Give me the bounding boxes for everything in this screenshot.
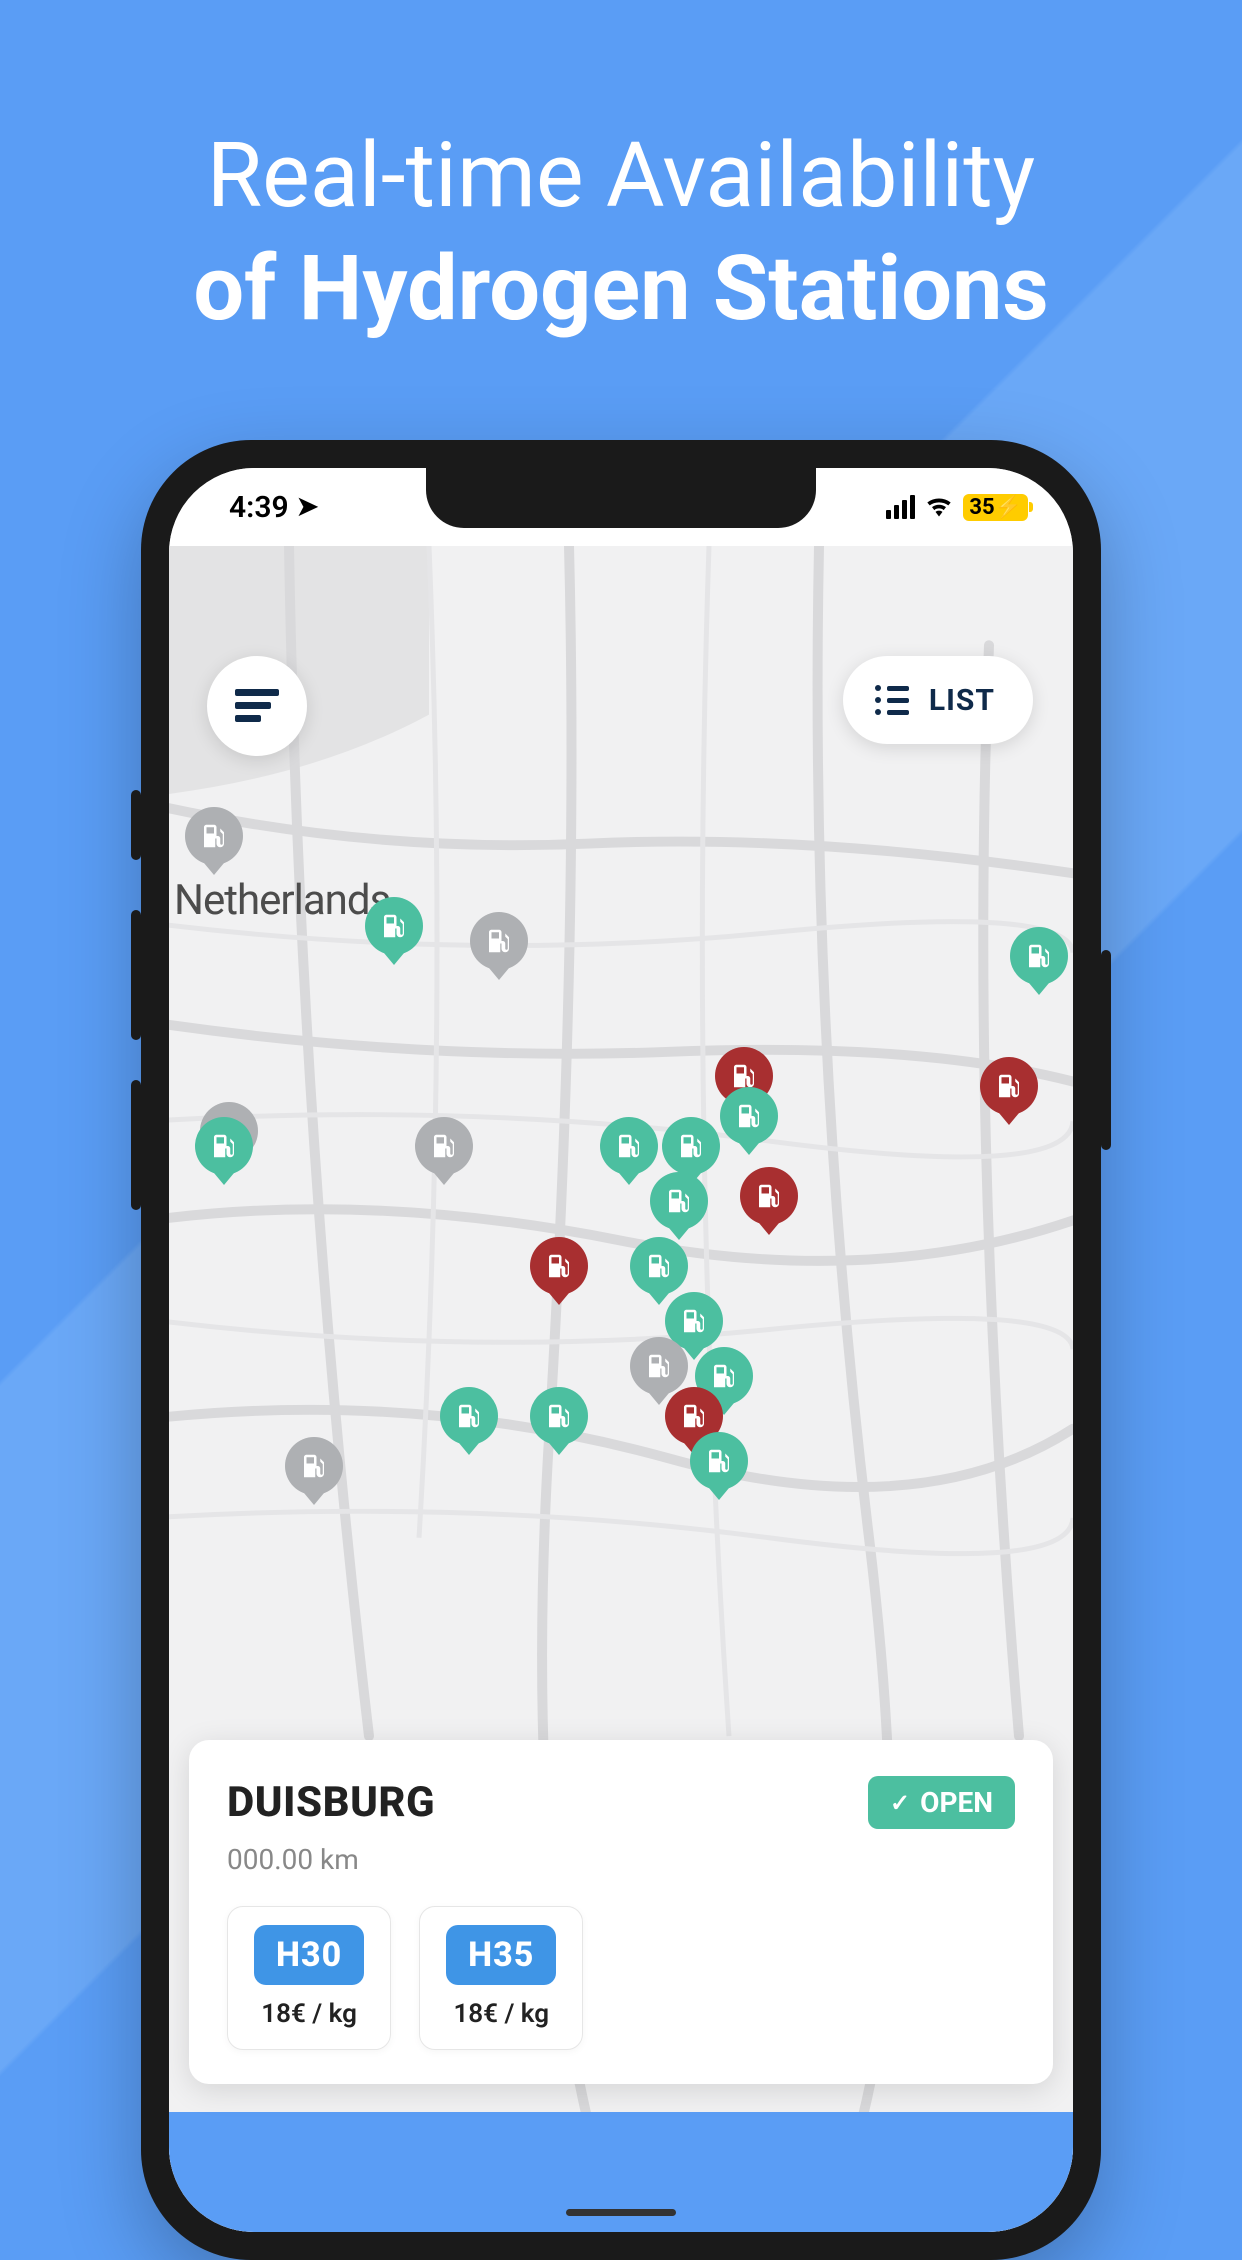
fuel-pump-icon [199, 821, 229, 851]
station-marker[interactable] [740, 1167, 798, 1225]
station-marker[interactable] [530, 1387, 588, 1445]
fuel-pump-icon [709, 1361, 739, 1391]
fuel-pump-icon [679, 1306, 709, 1336]
list-icon [875, 685, 909, 715]
fuel-pump-icon [614, 1131, 644, 1161]
station-marker[interactable] [470, 912, 528, 970]
map-view[interactable]: Netherlands LIST DUISBURG ✓ [169, 546, 1073, 2232]
station-marker[interactable] [285, 1437, 343, 1495]
phone-notch [426, 468, 816, 528]
status-time: 4:39 [229, 490, 289, 525]
fuel-pump-icon [644, 1251, 674, 1281]
station-marker[interactable] [440, 1387, 498, 1445]
fuel-pump-icon [484, 926, 514, 956]
station-status-badge: ✓ OPEN [868, 1776, 1015, 1829]
promo-title: Real-time Availability of Hydrogen Stati… [0, 120, 1242, 345]
station-marker[interactable] [980, 1057, 1038, 1115]
status-right: 35⚡ [886, 491, 1028, 524]
pressure-price: 18€ / kg [446, 1999, 556, 2029]
pressure-tile-h30[interactable]: H30 18€ / kg [227, 1906, 391, 2050]
fuel-pump-icon [454, 1401, 484, 1431]
station-card[interactable]: DUISBURG ✓ OPEN 000.00 km H30 18€ / kg H… [189, 1740, 1053, 2084]
phone-power [1101, 950, 1111, 1150]
station-marker[interactable] [650, 1172, 708, 1230]
fuel-pump-icon [704, 1446, 734, 1476]
pressure-label: H30 [254, 1925, 364, 1985]
station-marker[interactable] [630, 1237, 688, 1295]
station-marker[interactable] [530, 1237, 588, 1295]
phone-volume-up [131, 910, 141, 1040]
station-marker[interactable] [690, 1432, 748, 1490]
pressure-price: 18€ / kg [254, 1999, 364, 2029]
station-name: DUISBURG [227, 1778, 435, 1827]
phone-switch [131, 790, 141, 860]
menu-button[interactable] [207, 656, 307, 756]
fuel-pump-icon [299, 1451, 329, 1481]
fuel-pump-icon [676, 1131, 706, 1161]
fuel-pump-icon [209, 1131, 239, 1161]
station-marker[interactable] [185, 807, 243, 865]
pressure-tile-h35[interactable]: H35 18€ / kg [419, 1906, 583, 2050]
fuel-pump-icon [754, 1181, 784, 1211]
menu-icon [235, 689, 279, 723]
station-marker[interactable] [1010, 927, 1068, 985]
station-marker[interactable] [662, 1117, 720, 1175]
status-left: 4:39 ➤ [229, 490, 318, 525]
check-icon: ✓ [890, 1789, 910, 1817]
location-icon: ➤ [297, 492, 319, 522]
fuel-pump-icon [429, 1131, 459, 1161]
station-marker[interactable] [720, 1087, 778, 1145]
fuel-pump-icon [664, 1186, 694, 1216]
station-status-label: OPEN [920, 1786, 993, 1819]
station-marker[interactable] [415, 1117, 473, 1175]
map-country-label: Netherlands [174, 876, 390, 925]
phone-volume-down [131, 1080, 141, 1210]
cellular-icon [886, 495, 915, 519]
fuel-pump-icon [644, 1351, 674, 1381]
list-button-label: LIST [929, 683, 995, 718]
fuel-pump-icon [734, 1101, 764, 1131]
fuel-pump-icon [379, 911, 409, 941]
fuel-pump-icon [994, 1071, 1024, 1101]
home-indicator [566, 2209, 676, 2216]
fuel-pump-icon [679, 1401, 709, 1431]
list-button[interactable]: LIST [843, 656, 1033, 744]
fuel-pump-icon [544, 1251, 574, 1281]
wifi-icon [925, 491, 953, 524]
fuel-pump-icon [1024, 941, 1054, 971]
station-distance: 000.00 km [227, 1843, 1015, 1876]
phone-screen: 4:39 ➤ 35⚡ [169, 468, 1073, 2232]
station-marker[interactable] [195, 1117, 253, 1175]
station-marker[interactable] [365, 897, 423, 955]
station-marker[interactable] [630, 1337, 688, 1395]
pressure-label: H35 [446, 1925, 556, 1985]
battery-indicator: 35⚡ [963, 494, 1028, 521]
promo-title-line2: of Hydrogen Stations [0, 233, 1242, 346]
station-marker[interactable] [600, 1117, 658, 1175]
phone-frame: 4:39 ➤ 35⚡ [141, 440, 1101, 2260]
fuel-pump-icon [544, 1401, 574, 1431]
promo-title-line1: Real-time Availability [0, 120, 1242, 233]
